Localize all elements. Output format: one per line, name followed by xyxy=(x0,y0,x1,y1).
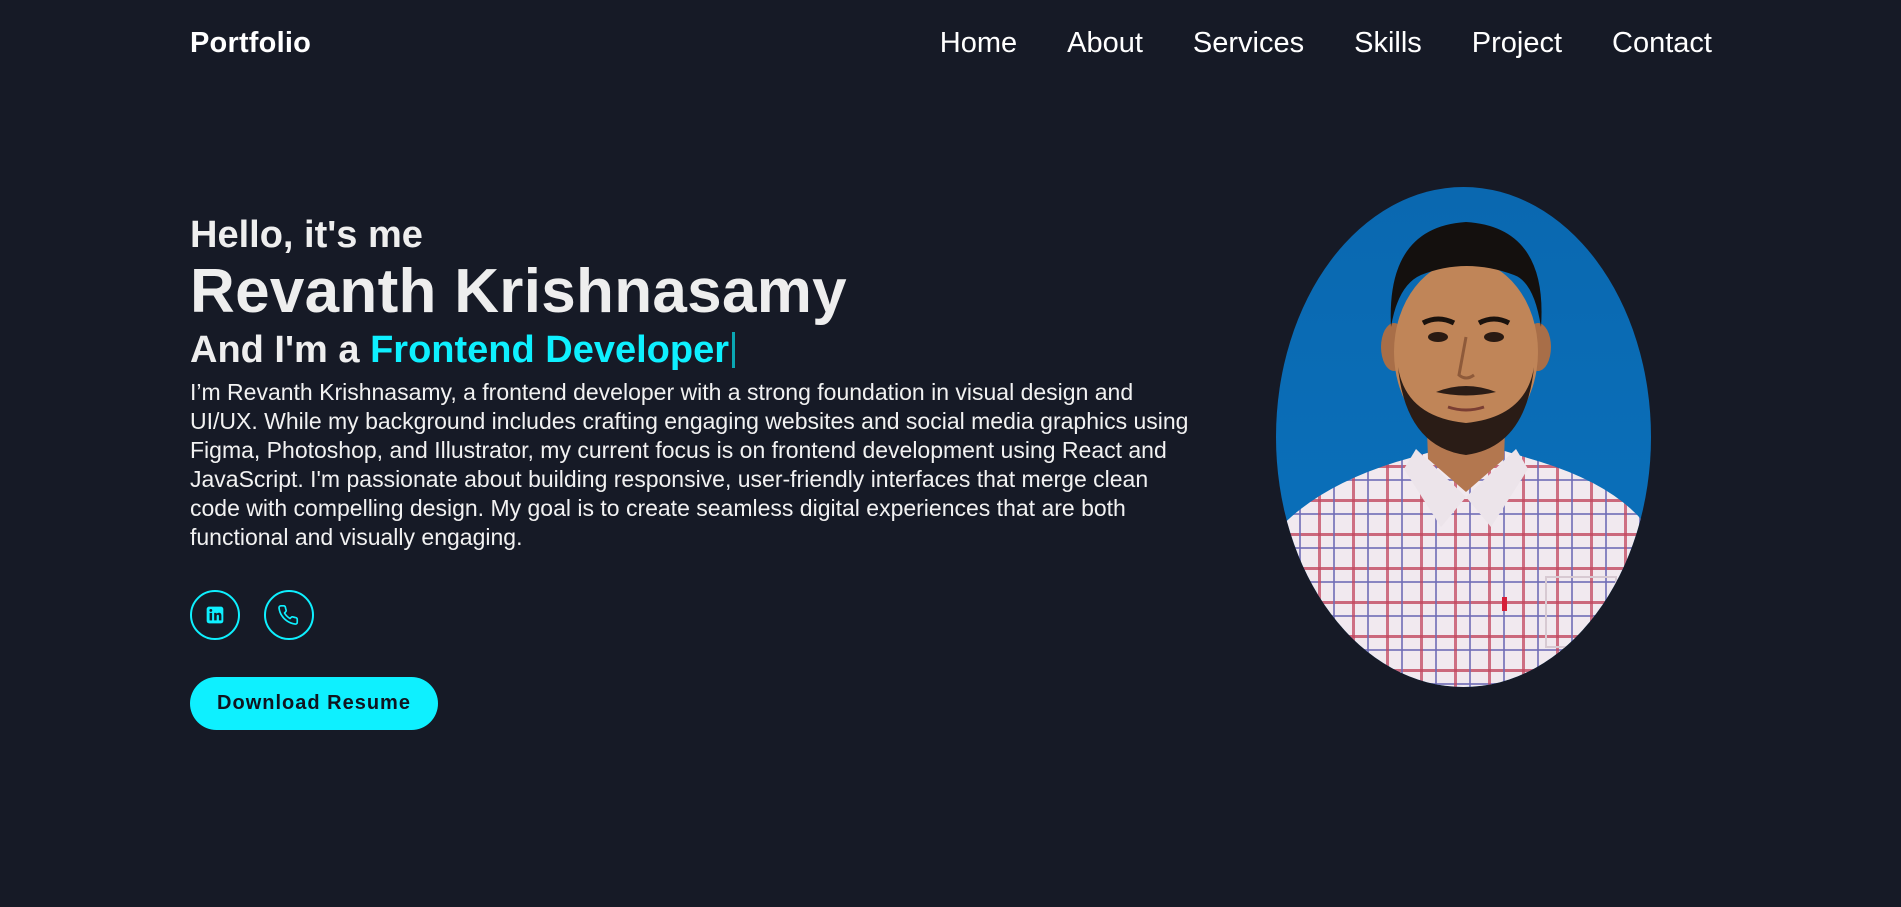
role-prefix: And I'm a xyxy=(190,329,371,371)
nav-link-services[interactable]: Services xyxy=(1193,27,1304,60)
role-title: Frontend Developer xyxy=(370,329,730,371)
profile-portrait-image xyxy=(1276,187,1651,687)
typing-caret xyxy=(732,332,736,368)
nav-link-about[interactable]: About xyxy=(1067,27,1143,60)
nav-link-contact[interactable]: Contact xyxy=(1612,27,1712,60)
portfolio-page: Portfolio Home About Services Skills Pro… xyxy=(0,0,1901,907)
nav-link-skills[interactable]: Skills xyxy=(1354,27,1422,60)
site-header: Portfolio Home About Services Skills Pro… xyxy=(190,18,1712,68)
hero-greeting: Hello, it's me xyxy=(190,214,423,256)
social-links xyxy=(190,590,1190,640)
hero-name: Revanth Krishnasamy xyxy=(190,257,847,326)
nav-link-project[interactable]: Project xyxy=(1472,27,1562,60)
hero-bio: I’m Revanth Krishnasamy, a frontend deve… xyxy=(190,379,1189,550)
nav-link-home[interactable]: Home xyxy=(940,27,1017,60)
linkedin-button[interactable] xyxy=(190,590,240,640)
hero-section: Hello, it's me Revanth Krishnasamy And I… xyxy=(190,212,1190,730)
hero-role-line: And I'm a Frontend Developer xyxy=(190,328,1190,372)
main-nav: Home About Services Skills Project Conta… xyxy=(940,27,1712,60)
site-logo[interactable]: Portfolio xyxy=(190,27,311,60)
profile-photo xyxy=(1276,187,1651,687)
download-resume-button[interactable]: Download Resume xyxy=(190,677,438,730)
phone-button[interactable] xyxy=(264,590,314,640)
phone-icon xyxy=(278,605,299,625)
linkedin-icon xyxy=(206,606,224,624)
